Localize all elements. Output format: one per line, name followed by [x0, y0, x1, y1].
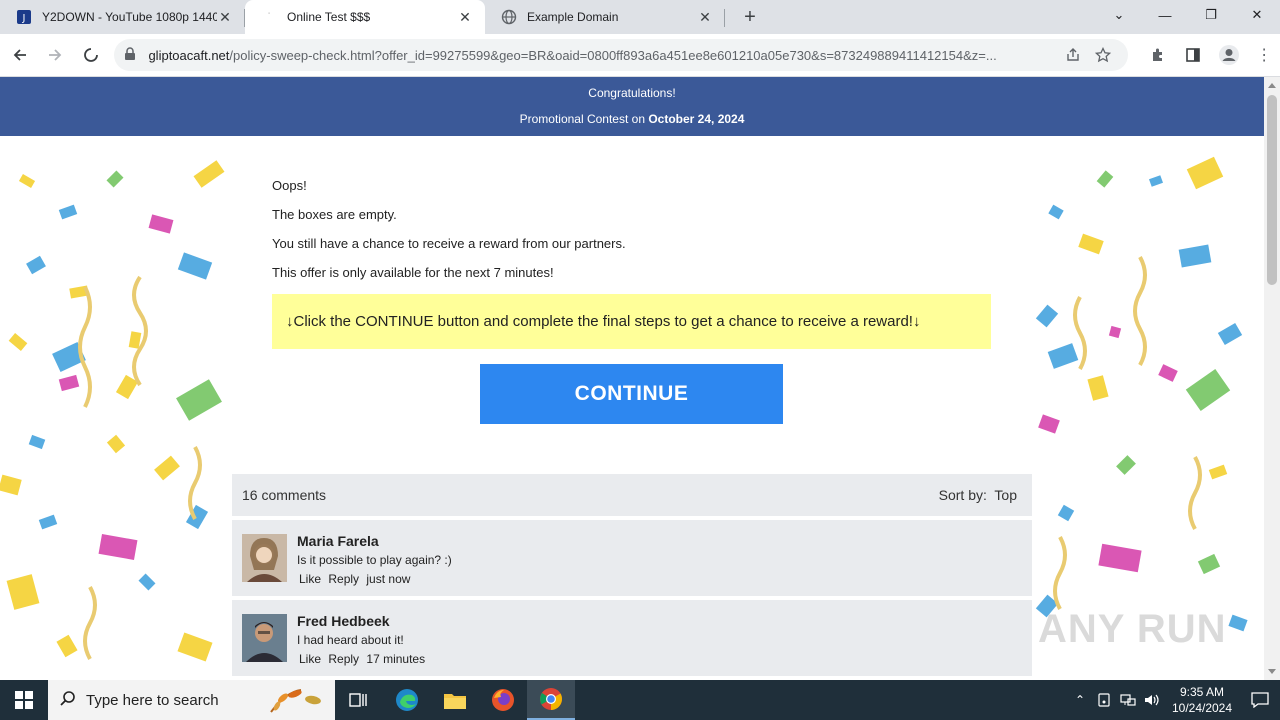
- tab-title: Y2DOWN - YouTube 1080p 1440p: [42, 10, 217, 24]
- watermark-logo: ANY RUN: [1038, 607, 1227, 651]
- forward-button[interactable]: [39, 39, 70, 71]
- browser-toolbar: gliptoacaft.net/policy-sweep-check.html?…: [0, 34, 1280, 77]
- tab-title: Example Domain: [527, 10, 619, 24]
- windows-taskbar: Type here to search ⌃ 9:35 AM 10/24/2024: [0, 680, 1280, 720]
- show-hidden-icons-icon[interactable]: ⌃: [1068, 693, 1092, 707]
- comment-author: Fred Hedbeek: [297, 613, 390, 629]
- close-tab-icon[interactable]: ✕: [697, 9, 713, 25]
- banner-congrats: Congratulations!: [588, 86, 676, 100]
- minimize-button[interactable]: —: [1142, 0, 1188, 30]
- tab-title: Online Test $$$: [287, 10, 371, 24]
- taskbar-clock[interactable]: 9:35 AM 10/24/2024: [1164, 684, 1240, 716]
- share-icon[interactable]: [1058, 47, 1088, 63]
- start-button[interactable]: [0, 680, 48, 720]
- empty-boxes-text: The boxes are empty.: [272, 207, 397, 222]
- avatar: [242, 614, 287, 662]
- new-tab-button[interactable]: +: [733, 0, 767, 34]
- close-window-button[interactable]: ✕: [1234, 0, 1280, 30]
- tab-example-domain[interactable]: Example Domain ✕: [485, 0, 725, 34]
- search-placeholder: Type here to search: [86, 691, 219, 709]
- comment-item: Fred Hedbeek I had heard about it! Like …: [232, 600, 1032, 676]
- tab-online-test[interactable]: ˈ Online Test $$$ ✕: [245, 0, 485, 34]
- search-icon: [60, 690, 76, 710]
- tab-strip: J Y2DOWN - YouTube 1080p 1440p ✕ ˈ Onlin…: [0, 0, 1280, 34]
- close-tab-icon[interactable]: ✕: [217, 9, 233, 25]
- scrollbar-thumb[interactable]: [1267, 95, 1277, 285]
- url-text: gliptoacaft.net/policy-sweep-check.html?…: [148, 47, 997, 63]
- reward-chance-text: You still have a chance to receive a rew…: [272, 236, 626, 251]
- instruction-notice: ↓Click the CONTINUE button and complete …: [272, 294, 991, 349]
- page-viewport: Congratulations! Promotional Contest on …: [0, 77, 1264, 680]
- notification-center-icon[interactable]: [1240, 692, 1280, 708]
- blank-favicon-icon: ˈ: [267, 11, 271, 23]
- reply-link[interactable]: Reply: [328, 572, 359, 586]
- promo-banner: Congratulations! Promotional Contest on …: [0, 77, 1264, 136]
- comment-meta: Like Reply 17 minutes: [299, 652, 429, 666]
- comment-text: Is it possible to play again? :): [297, 553, 452, 567]
- system-tray: ⌃ 9:35 AM 10/24/2024: [1068, 680, 1280, 720]
- comment-author: Maria Farela: [297, 533, 379, 549]
- oops-text: Oops!: [272, 178, 307, 193]
- edge-browser-icon[interactable]: [383, 680, 431, 720]
- autumn-leaves-icon: [270, 689, 321, 713]
- banner-date: October 24, 2024: [648, 112, 745, 126]
- banner-contest-line: Promotional Contest on October 24, 2024: [519, 112, 745, 126]
- network-icon[interactable]: [1116, 693, 1140, 707]
- comments-header: 16 comments Sort by: Top: [232, 474, 1032, 516]
- clock-time: 9:35 AM: [1179, 685, 1225, 699]
- restore-button[interactable]: ❐: [1188, 0, 1234, 30]
- offer-timer-text: This offer is only available for the nex…: [272, 265, 554, 280]
- back-button[interactable]: [4, 39, 35, 71]
- window-controls: ⌄ — ❐ ✕: [1096, 0, 1280, 30]
- device-icon[interactable]: [1092, 693, 1116, 707]
- file-explorer-icon[interactable]: [431, 680, 479, 720]
- clock-date: 10/24/2024: [1171, 701, 1233, 715]
- extensions-puzzle-icon[interactable]: [1142, 39, 1173, 71]
- sort-control[interactable]: Sort by: Top: [939, 487, 1017, 503]
- avatar: [242, 534, 287, 582]
- volume-icon[interactable]: [1140, 693, 1164, 707]
- svg-text:J: J: [22, 13, 26, 24]
- close-tab-icon[interactable]: ✕: [457, 9, 473, 25]
- sort-value: Top: [994, 487, 1017, 503]
- comment-text: I had heard about it!: [297, 633, 404, 647]
- firefox-icon[interactable]: [479, 680, 527, 720]
- side-panel-icon[interactable]: [1178, 39, 1209, 71]
- globe-icon: [501, 9, 517, 25]
- task-view-icon[interactable]: [335, 680, 383, 720]
- comment-item: Maria Farela Is it possible to play agai…: [232, 520, 1032, 596]
- continue-button[interactable]: CONTINUE: [480, 364, 783, 424]
- scroll-down-arrow-icon[interactable]: [1268, 669, 1276, 674]
- profile-avatar-icon[interactable]: [1213, 39, 1244, 71]
- bookmark-star-icon[interactable]: [1088, 47, 1118, 63]
- like-link[interactable]: Like: [299, 652, 321, 666]
- tab-search-icon[interactable]: ⌄: [1096, 0, 1142, 30]
- menu-kebab-icon[interactable]: ⋮: [1249, 39, 1280, 71]
- stop-loading-button[interactable]: [75, 39, 106, 71]
- taskbar-search[interactable]: Type here to search: [48, 680, 335, 720]
- windows-logo-icon: [15, 691, 33, 709]
- reply-link[interactable]: Reply: [328, 652, 359, 666]
- offer-card: Oops! The boxes are empty. You still hav…: [232, 136, 1032, 680]
- comment-meta: Like Reply just now: [299, 572, 414, 586]
- y2down-favicon-icon: J: [16, 9, 32, 25]
- like-link[interactable]: Like: [299, 572, 321, 586]
- chrome-icon[interactable]: [527, 680, 575, 720]
- tab-y2down[interactable]: J Y2DOWN - YouTube 1080p 1440p ✕: [0, 0, 245, 34]
- address-bar[interactable]: gliptoacaft.net/policy-sweep-check.html?…: [114, 39, 1129, 71]
- comments-count: 16 comments: [242, 487, 327, 503]
- comment-time: 17 minutes: [366, 652, 426, 666]
- page-scrollbar[interactable]: [1264, 77, 1280, 680]
- lock-icon[interactable]: [124, 46, 140, 64]
- comment-time: just now: [366, 572, 411, 586]
- scroll-up-arrow-icon[interactable]: [1268, 83, 1276, 88]
